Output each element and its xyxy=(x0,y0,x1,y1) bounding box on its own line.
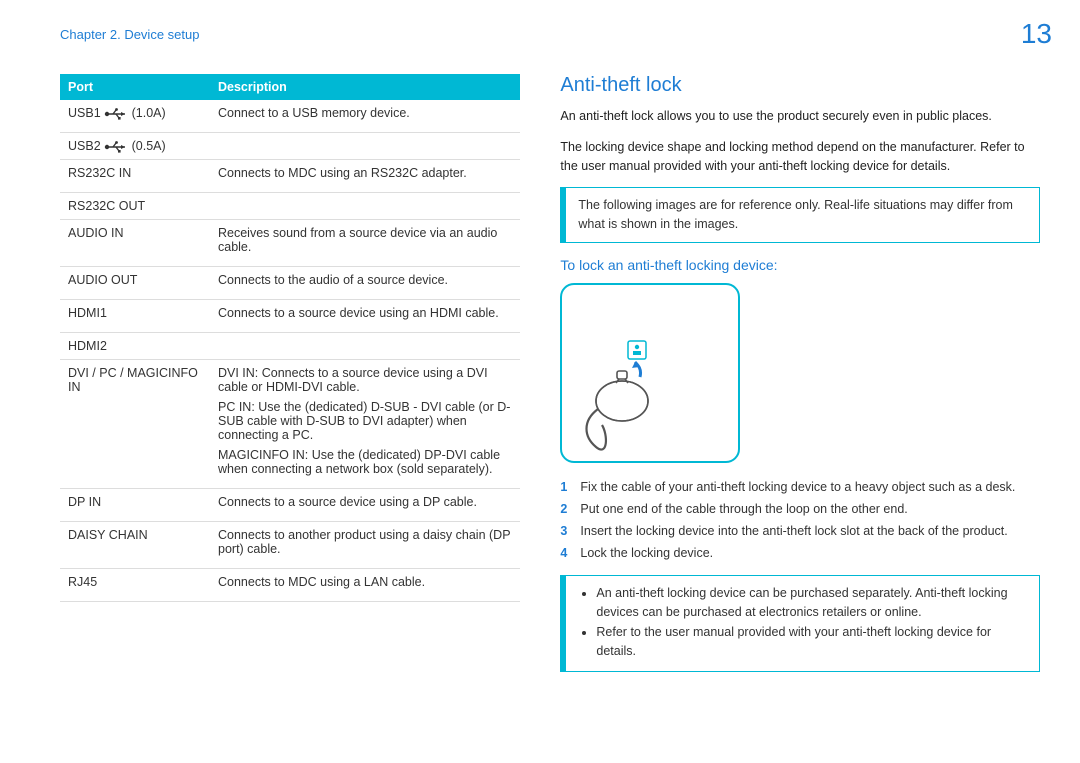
port-cell: USB1 (1.0A) xyxy=(60,100,210,133)
description-cell: Receives sound from a source device via … xyxy=(210,220,520,267)
usb-icon xyxy=(104,108,128,120)
step-item: 3 Insert the locking device into the anti… xyxy=(560,521,1040,541)
port-cell: AUDIO OUT xyxy=(60,267,210,300)
port-cell: RS232C IN xyxy=(60,160,210,193)
description-cell: Connects to another product using a dais… xyxy=(210,522,520,569)
step-number: 3 xyxy=(560,521,572,541)
table-row: DP IN Connects to a source device using … xyxy=(60,489,520,522)
table-row: AUDIO IN Receives sound from a source de… xyxy=(60,220,520,267)
port-cell: USB2 (0.5A) xyxy=(60,133,210,160)
step-item: 1 Fix the cable of your anti-theft lockin… xyxy=(560,477,1040,497)
port-cell: DVI / PC / MAGICINFO IN xyxy=(60,360,210,489)
port-cell: HDMI2 xyxy=(60,333,210,360)
step-number: 2 xyxy=(560,499,572,519)
step-text: Insert the locking device into the anti-… xyxy=(580,521,1007,541)
lock-illustration-svg xyxy=(562,285,738,461)
page-number: 13 xyxy=(1021,18,1052,50)
port-cell: DP IN xyxy=(60,489,210,522)
description-cell: DVI IN: Connects to a source device usin… xyxy=(210,360,520,489)
description-cell xyxy=(210,133,520,160)
port-cell: AUDIO IN xyxy=(60,220,210,267)
step-text: Lock the locking device. xyxy=(580,543,713,563)
description-cell: Connects to a source device using an HDM… xyxy=(210,300,520,333)
note-box-reference: The following images are for reference o… xyxy=(560,187,1040,243)
description-cell: Connects to MDC using a LAN cable. xyxy=(210,569,520,602)
sub-section-title: To lock an anti-theft locking device: xyxy=(560,257,1040,273)
page-header: Chapter 2. Device setup 13 xyxy=(0,0,1080,56)
table-row: USB2 (0.5A) xyxy=(60,133,520,160)
note-box-purchase: An anti-theft locking device can be purc… xyxy=(560,575,1040,672)
table-row: HDMI2 xyxy=(60,333,520,360)
lock-illustration xyxy=(560,283,740,463)
right-column: Anti-theft lock An anti-theft lock allow… xyxy=(560,74,1040,686)
steps-list: 1 Fix the cable of your anti-theft lockin… xyxy=(560,477,1040,563)
port-cell: DAISY CHAIN xyxy=(60,522,210,569)
step-number: 4 xyxy=(560,543,572,563)
description-cell xyxy=(210,333,520,360)
description-cell: Connects to a source device using a DP c… xyxy=(210,489,520,522)
usb-icon xyxy=(104,141,128,153)
port-cell: RJ45 xyxy=(60,569,210,602)
step-text: Fix the cable of your anti-theft locking… xyxy=(580,477,1015,497)
note-bullet: An anti-theft locking device can be purc… xyxy=(596,584,1027,622)
col-header-port: Port xyxy=(60,74,210,100)
port-cell: RS232C OUT xyxy=(60,193,210,220)
table-row: DVI / PC / MAGICINFO IN DVI IN: Connects… xyxy=(60,360,520,489)
port-cell: HDMI1 xyxy=(60,300,210,333)
step-item: 4 Lock the locking device. xyxy=(560,543,1040,563)
note-text: The following images are for reference o… xyxy=(578,198,1012,231)
description-cell xyxy=(210,193,520,220)
description-cell: Connect to a USB memory device. xyxy=(210,100,520,133)
ports-table: Port Description USB1 (1.0A)Connect to a… xyxy=(60,74,520,602)
chapter-link[interactable]: Chapter 2. Device setup xyxy=(60,27,199,42)
col-header-description: Description xyxy=(210,74,520,100)
table-row: DAISY CHAIN Connects to another product … xyxy=(60,522,520,569)
step-item: 2 Put one end of the cable through the lo… xyxy=(560,499,1040,519)
table-row: RS232C OUT xyxy=(60,193,520,220)
step-text: Put one end of the cable through the loo… xyxy=(580,499,907,519)
table-row: RJ45 Connects to MDC using a LAN cable. xyxy=(60,569,520,602)
table-row: RS232C IN Connects to MDC using an RS232… xyxy=(60,160,520,193)
section-title: Anti-theft lock xyxy=(560,74,1040,97)
intro-paragraph-1: An anti-theft lock allows you to use the… xyxy=(560,107,1040,126)
step-number: 1 xyxy=(560,477,572,497)
note-bullet: Refer to the user manual provided with y… xyxy=(596,623,1027,661)
table-row: AUDIO OUT Connects to the audio of a sou… xyxy=(60,267,520,300)
left-column: Port Description USB1 (1.0A)Connect to a… xyxy=(60,74,520,686)
page-content: Port Description USB1 (1.0A)Connect to a… xyxy=(0,56,1080,686)
description-cell: Connects to the audio of a source device… xyxy=(210,267,520,300)
intro-paragraph-2: The locking device shape and locking met… xyxy=(560,138,1040,176)
table-row: USB1 (1.0A)Connect to a USB memory devic… xyxy=(60,100,520,133)
description-cell: Connects to MDC using an RS232C adapter. xyxy=(210,160,520,193)
table-row: HDMI1 Connects to a source device using … xyxy=(60,300,520,333)
